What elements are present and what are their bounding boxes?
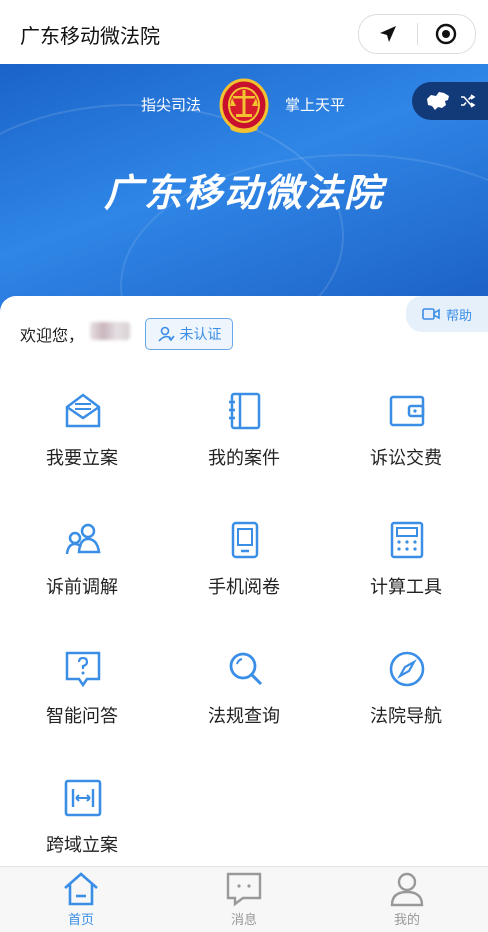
calculator-icon xyxy=(390,521,424,559)
service-label: 跨域立案 xyxy=(46,835,118,856)
service-court-navigation[interactable]: 法院导航 xyxy=(336,650,476,750)
top-bar: 广东移动微法院 xyxy=(0,0,488,64)
envelope-icon xyxy=(65,393,101,428)
service-calculator[interactable]: 计算工具 xyxy=(336,521,476,621)
service-label: 我的案件 xyxy=(208,448,280,469)
china-map-icon xyxy=(427,92,449,110)
service-mediation[interactable]: 诉前调解 xyxy=(12,521,152,621)
court-emblem-icon xyxy=(219,78,269,133)
service-law-search[interactable]: 法规查询 xyxy=(174,650,314,750)
service-label: 智能问答 xyxy=(46,706,118,727)
slogan-left: 指尖司法 xyxy=(141,96,202,114)
user-icon xyxy=(390,872,424,907)
service-payment[interactable]: 诉讼交费 xyxy=(336,392,476,492)
auth-status-label: 未认证 xyxy=(179,327,222,343)
service-label: 法规查询 xyxy=(208,706,280,727)
home-icon xyxy=(64,872,98,906)
service-mobile-reading[interactable]: 手机阅卷 xyxy=(174,521,314,621)
magnifier-icon xyxy=(229,652,263,686)
bottom-tab-bar: 首页 消息 我的 xyxy=(0,866,488,932)
verification-status-button[interactable]: 未认证 xyxy=(145,318,233,350)
slogan-right: 掌上天平 xyxy=(285,96,346,114)
hero-banner: 指尖司法 掌上天平 广东移动微法院 xyxy=(0,64,488,314)
service-label: 诉前调解 xyxy=(46,577,118,598)
location-button[interactable] xyxy=(359,15,417,53)
close-mini-program-button[interactable] xyxy=(417,15,475,53)
service-label: 手机阅卷 xyxy=(208,577,280,598)
service-cross-region[interactable]: 跨域立案 xyxy=(12,779,152,879)
question-bubble-icon xyxy=(65,651,101,688)
shuffle-icon xyxy=(461,94,476,108)
tab-label: 消息 xyxy=(230,913,257,928)
compass-icon xyxy=(389,651,425,687)
folder-icon xyxy=(229,392,261,430)
location-arrow-icon xyxy=(379,26,396,42)
video-camera-icon xyxy=(422,308,440,320)
banner-title: 广东移动微法院 xyxy=(103,171,384,215)
tab-profile[interactable]: 我的 xyxy=(326,867,488,932)
tab-messages[interactable]: 消息 xyxy=(163,867,325,932)
tab-label: 首页 xyxy=(67,913,94,928)
service-label: 诉讼交费 xyxy=(370,448,442,469)
mini-program-capsule xyxy=(358,14,476,54)
tab-home[interactable]: 首页 xyxy=(0,867,162,932)
help-button[interactable]: 帮助 xyxy=(406,296,488,332)
record-circle-icon xyxy=(436,23,457,45)
service-file-case[interactable]: 我要立案 xyxy=(12,392,152,492)
username-redacted xyxy=(90,322,130,340)
wallet-icon xyxy=(389,395,425,427)
welcome-text: 欢迎您， xyxy=(20,326,85,345)
message-icon xyxy=(226,872,262,907)
service-label: 我要立案 xyxy=(46,448,118,469)
service-smart-qa[interactable]: 智能问答 xyxy=(12,650,152,750)
service-label: 计算工具 xyxy=(370,577,442,598)
region-switch-button[interactable] xyxy=(412,82,488,120)
app-title: 广东移动微法院 xyxy=(20,24,160,48)
cross-region-icon xyxy=(64,779,102,817)
tab-label: 我的 xyxy=(393,913,420,928)
service-my-cases[interactable]: 我的案件 xyxy=(174,392,314,492)
people-icon xyxy=(65,523,101,555)
help-label: 帮助 xyxy=(445,308,472,324)
phone-icon xyxy=(231,521,259,559)
service-label: 法院导航 xyxy=(370,706,442,727)
user-verify-icon xyxy=(157,326,175,342)
